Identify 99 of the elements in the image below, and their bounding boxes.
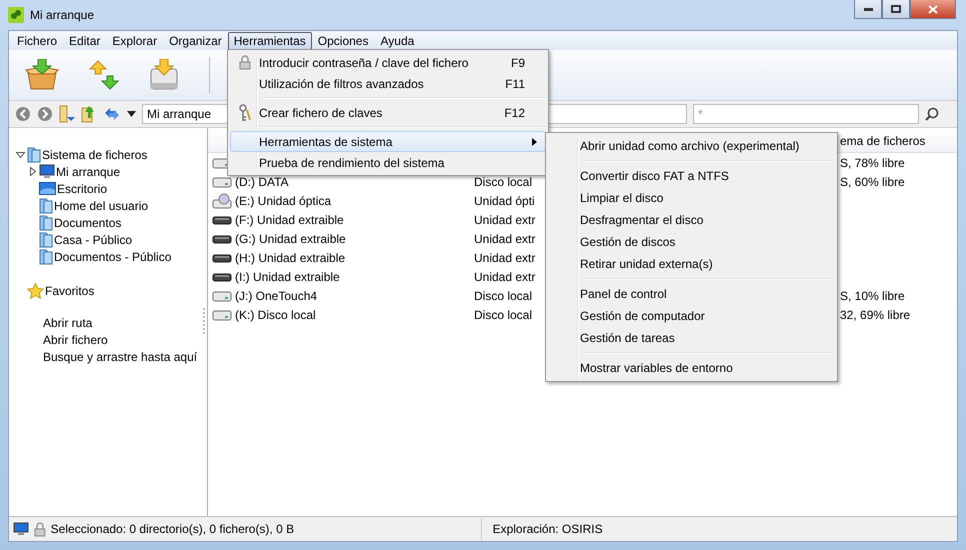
folder-icon [39, 248, 53, 264]
file-name[interactable]: (E:) Unidad óptica [235, 194, 332, 208]
file-name[interactable]: (G:) Unidad extraible [235, 232, 346, 246]
removable-drive-icon [212, 232, 232, 244]
window-title: Mi arranque [30, 8, 94, 22]
tree-item[interactable]: Documentos [54, 216, 122, 230]
keys-icon [238, 104, 252, 122]
drive-type: Unidad ópti [474, 194, 535, 208]
menu-option[interactable]: Prueba de rendimiento del sistema [230, 152, 546, 173]
back-icon[interactable] [15, 106, 31, 122]
drive-type: Unidad extr [474, 232, 536, 246]
drive-icon [212, 290, 232, 302]
collapse-arrow-icon[interactable] [16, 152, 25, 158]
filesystem-info: 32, 69% libre [840, 308, 910, 322]
tree-item[interactable]: Mi arranque [56, 164, 120, 178]
menu-item[interactable]: Explorar [106, 32, 164, 50]
menu-item[interactable]: Organizar [163, 32, 228, 50]
menu-option[interactable]: Utilización de filtros avanzados F11 [230, 73, 546, 94]
file-name[interactable]: (H:) Unidad extraible [235, 250, 346, 264]
drive-type: Disco local [474, 308, 532, 322]
tree-item[interactable]: Documentos - Público [54, 250, 172, 264]
menu-option[interactable]: Introducir contraseña / clave del fichero F9 [230, 52, 546, 73]
menu-option[interactable]: Desfragmentar el disco [548, 209, 835, 231]
menu-item[interactable]: Editar [63, 32, 106, 50]
drive-icon [212, 308, 232, 320]
tree-item[interactable]: Sistema de ficheros [42, 148, 148, 162]
menu-option[interactable]: Limpiar el disco [548, 187, 835, 209]
shortcut-label: F9 [510, 56, 526, 70]
maximize-icon [891, 5, 901, 13]
sidebar-link[interactable]: Abrir fichero [43, 333, 108, 347]
close-icon [928, 4, 938, 14]
menu-item[interactable]: Ayuda [374, 32, 420, 50]
menu-option[interactable]: Herramientas de sistema [230, 131, 546, 152]
menu-option[interactable]: Panel de control [548, 283, 835, 305]
filesystem-info: S, 78% libre [840, 156, 905, 170]
expand-arrow-icon[interactable] [30, 167, 36, 176]
search-field[interactable]: * [693, 104, 919, 124]
file-name[interactable]: (K:) Disco local [235, 308, 316, 322]
sync-arrows-icon[interactable] [89, 60, 119, 90]
tree-item[interactable]: Home del usuario [54, 198, 148, 212]
close-button[interactable] [910, 0, 956, 19]
menu-option[interactable]: Mostrar variables de entorno [548, 357, 835, 379]
submenu-arrow-icon [532, 138, 537, 146]
menu-item[interactable]: Fichero [11, 32, 64, 50]
folder-icon [39, 232, 53, 248]
box-download-icon[interactable] [25, 59, 59, 91]
menu-option[interactable]: Convertir disco FAT a NTFS [548, 165, 835, 187]
removable-drive-icon [212, 214, 232, 226]
tree-item[interactable]: Casa - Público [54, 232, 132, 246]
menu-option[interactable]: Retirar unidad externa(s) [548, 253, 835, 275]
menu-option[interactable]: Abrir unidad como archivo (experimental) [548, 135, 835, 157]
dropdown-caret-icon[interactable] [127, 111, 136, 117]
drive-type: Unidad extr [474, 270, 536, 284]
favorites-item[interactable]: Favoritos [45, 284, 94, 298]
search-icon[interactable] [925, 107, 939, 121]
removable-drive-icon [212, 252, 232, 264]
menu-item[interactable]: Opciones [312, 32, 374, 50]
monitor-icon [13, 522, 29, 536]
minimize-icon [864, 8, 872, 10]
maximize-button[interactable] [882, 0, 910, 19]
menu-option[interactable]: Gestión de computador [548, 305, 835, 327]
removable-drive-icon [212, 270, 232, 282]
folder-down-icon[interactable] [59, 105, 75, 123]
star-icon [27, 282, 44, 298]
shortcut-label: F11 [505, 76, 526, 90]
lock-icon [239, 55, 251, 70]
menu-option[interactable]: Gestión de tareas [548, 327, 835, 349]
menu-option[interactable]: Crear fichero de claves F12 [230, 102, 546, 123]
folder-icon [39, 214, 53, 230]
exploration-status: Exploración: OSIRIS [492, 522, 604, 536]
minimize-button[interactable] [854, 0, 882, 19]
filesystem-info: S, 10% libre [840, 288, 905, 302]
selection-status: Seleccionado: 0 directorio(s), 0 fichero(s), 0 B [50, 522, 296, 536]
file-name[interactable]: (I:) Unidad extraible [235, 270, 340, 284]
file-name[interactable]: (D:) DATA [235, 174, 289, 188]
folder-icon [27, 146, 41, 162]
drive-type: Unidad extr [474, 212, 536, 226]
folder-icon [39, 198, 53, 214]
drive-type: Disco local [474, 288, 532, 302]
lock-icon [34, 522, 46, 536]
shortcut-label: F12 [504, 106, 526, 120]
app-logo-icon [8, 7, 24, 23]
file-name[interactable]: (F:) Unidad extraible [235, 212, 344, 226]
optical-drive-icon [212, 192, 232, 208]
folder-up-icon[interactable] [81, 105, 97, 123]
file-name[interactable]: (J:) OneTouch4 [235, 288, 318, 302]
sidebar-link[interactable]: Busque y arrastre hasta aquí [43, 350, 198, 364]
drive-type: Unidad extr [474, 250, 536, 264]
drive-type: Disco local [474, 174, 532, 188]
menu-item[interactable]: Herramientas [228, 32, 312, 50]
filesystem-info: S, 60% libre [840, 174, 905, 188]
monitor-icon [39, 164, 55, 179]
desktop-icon [39, 182, 56, 195]
drive-download-icon[interactable] [149, 59, 179, 91]
menu-option[interactable]: Gestión de discos [548, 231, 835, 253]
forward-icon[interactable] [37, 106, 53, 122]
refresh-arrows-icon[interactable] [103, 106, 121, 122]
tree-item[interactable]: Escritorio [57, 182, 108, 196]
sidebar-link[interactable]: Abrir ruta [43, 316, 92, 330]
